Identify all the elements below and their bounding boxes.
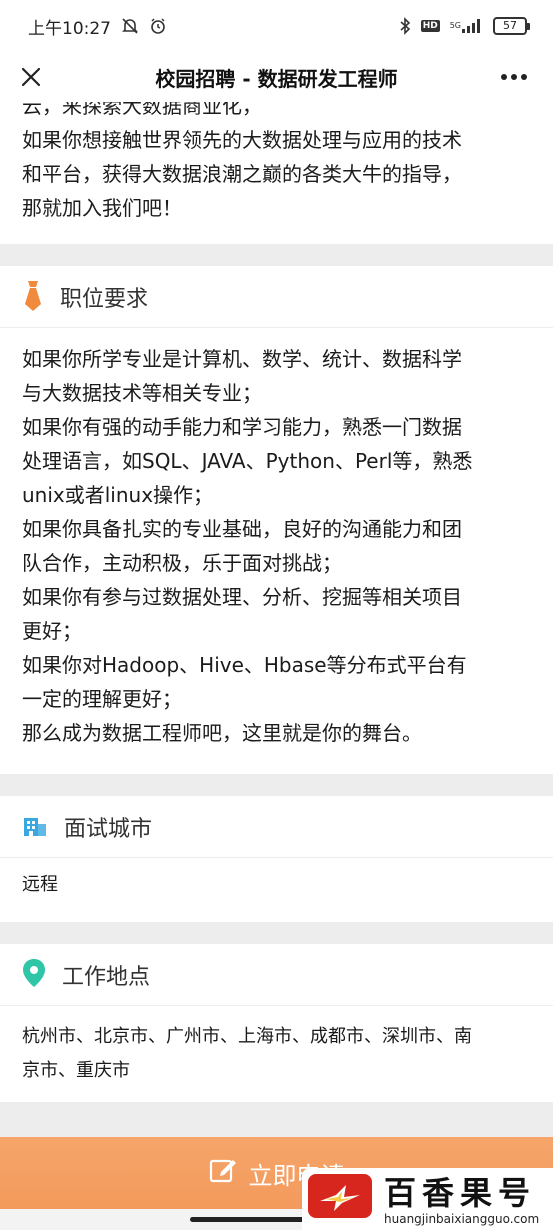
watermark-subtitle: huangjinbaixiangguo.com: [384, 1212, 540, 1226]
intro-line: 和平台，获得大数据浪潮之巅的各类大牛的指导，: [22, 162, 462, 186]
close-button[interactable]: [16, 62, 46, 92]
watermark-title: 百香果号: [384, 1174, 537, 1212]
requirement-line: 如果你具备扎实的专业基础，良好的沟通能力和团: [22, 517, 462, 541]
network-type: 5G: [449, 21, 461, 30]
requirement-line: 处理语言，如SQL、JAVA、Python、Perl等，熟悉: [22, 449, 473, 473]
work-location-title: 工作地点: [62, 964, 151, 990]
interview-city-header: 面试城市: [0, 796, 553, 858]
requirement-line: unix或者linux操作；: [22, 483, 214, 507]
requirement-line: 如果你有强的动手能力和学习能力，熟悉一门数据: [22, 415, 462, 439]
location-line: 京市、重庆市: [22, 1060, 130, 1081]
job-description-card: 云，来探索大数据商业化， 如果你想接触世界领先的大数据处理与应用的技术 和平台，…: [0, 102, 553, 244]
requirement-line: 如果你有参与过数据处理、分析、挖掘等相关项目: [22, 585, 462, 609]
battery-icon: 57: [493, 17, 530, 35]
location-line: 杭州市、北京市、广州市、上海市、成都市、深圳市、南: [22, 1026, 472, 1047]
requirements-card: 职位要求 如果你所学专业是计算机、数学、统计、数据科学 与大数据技术等相关专业；…: [0, 266, 553, 774]
work-location-card: 工作地点 杭州市、北京市、广州市、上海市、成都市、深圳市、南 京市、重庆市: [0, 944, 553, 1102]
intro-line: 如果你想接触世界领先的大数据处理与应用的技术: [22, 128, 462, 152]
mute-bell-icon: [121, 17, 139, 35]
requirements-title: 职位要求: [60, 286, 149, 312]
requirement-line: 队合作，主动积极，乐于面对挑战；: [22, 551, 342, 575]
watermark: 百香果号 huangjinbaixiangguo.com: [302, 1168, 553, 1230]
interview-city-card: 面试城市 远程: [0, 796, 553, 922]
requirement-line: 一定的理解更好；: [22, 687, 182, 711]
work-location-header: 工作地点: [0, 944, 553, 1006]
interview-city-title: 面试城市: [64, 816, 153, 842]
requirements-header: 职位要求: [0, 266, 553, 328]
close-icon: [21, 67, 41, 87]
signal-icon: 5G: [450, 18, 483, 34]
title-bar: 校园招聘 - 数据研发工程师: [0, 52, 553, 102]
requirement-line: 与大数据技术等相关专业；: [22, 381, 262, 405]
more-dots-icon: [501, 74, 527, 80]
location-pin-icon: [22, 958, 46, 992]
building-icon: [22, 812, 48, 842]
more-button[interactable]: [497, 62, 531, 92]
alarm-icon: [149, 17, 167, 35]
tie-icon: [22, 278, 44, 316]
status-bar: 上午10:27 HD 5G 57: [0, 0, 553, 52]
bluetooth-icon: [399, 17, 411, 35]
edit-icon: [209, 1156, 237, 1190]
watermark-logo-icon: [308, 1174, 372, 1218]
requirements-body: 如果你所学专业是计算机、数学、统计、数据科学 与大数据技术等相关专业； 如果你有…: [0, 328, 553, 750]
interview-city-value: 远程: [22, 874, 58, 895]
requirement-line: 如果你所学专业是计算机、数学、统计、数据科学: [22, 347, 462, 371]
hd-badge: HD: [420, 20, 440, 32]
status-time: 上午10:27: [28, 18, 111, 39]
work-location-body: 杭州市、北京市、广州市、上海市、成都市、深圳市、南 京市、重庆市: [0, 1006, 553, 1088]
page-title: 校园招聘 - 数据研发工程师: [155, 66, 398, 91]
clipped-line: 云，来探索大数据商业化，: [22, 102, 262, 118]
requirement-line: 那么成为数据工程师吧，这里就是你的舞台。: [22, 721, 422, 745]
requirement-line: 如果你对Hadoop、Hive、Hbase等分布式平台有: [22, 653, 467, 677]
requirement-line: 更好；: [22, 619, 82, 643]
intro-line: 那就加入我们吧！: [22, 196, 182, 220]
